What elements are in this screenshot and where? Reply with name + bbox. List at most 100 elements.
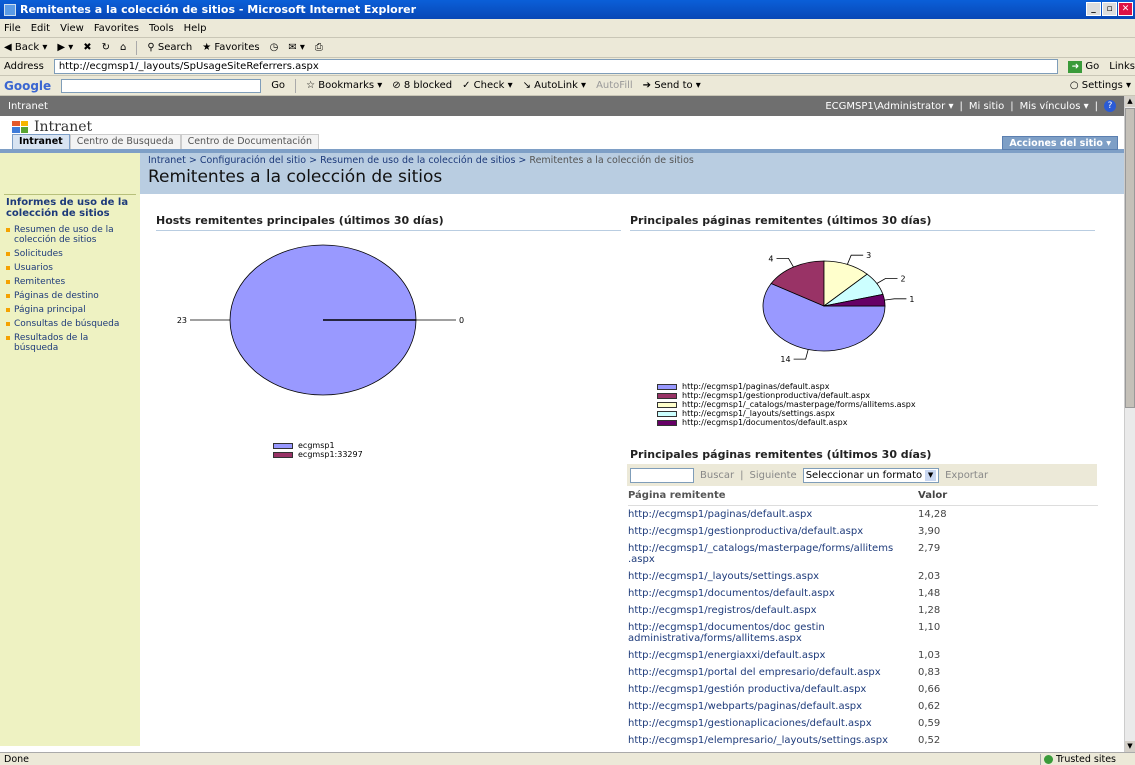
referrer-link[interactable]: http://ecgmsp1/gestión productiva/defaul…: [628, 684, 918, 695]
scroll-down-icon[interactable]: ▼: [1125, 741, 1135, 752]
referrer-link[interactable]: http://ecgmsp1/documentos/doc gestin adm…: [628, 622, 918, 644]
help-icon[interactable]: ?: [1104, 100, 1116, 112]
links-button[interactable]: Links: [1109, 61, 1135, 72]
menu-file[interactable]: File: [4, 23, 21, 34]
home-icon[interactable]: ⌂: [120, 42, 126, 53]
menu-bar: File Edit View Favorites Tools Help: [0, 19, 1135, 38]
referrer-link[interactable]: http://ecgmsp1/registros/default.aspx: [628, 605, 918, 616]
popup-blocker-button[interactable]: ⊘ 8 blocked: [392, 80, 452, 91]
breadcrumb: Intranet > Configuración del sitio > Res…: [148, 155, 694, 166]
toolbar-separator: [136, 40, 138, 55]
site-title[interactable]: Intranet: [34, 119, 92, 135]
vertical-scrollbar[interactable]: ▲ ▼: [1124, 96, 1135, 752]
menu-help[interactable]: Help: [184, 23, 207, 34]
refresh-icon[interactable]: ↻: [102, 42, 110, 53]
minimize-button[interactable]: _: [1086, 2, 1101, 16]
export-button[interactable]: Exportar: [945, 470, 988, 481]
table-next-button[interactable]: Siguiente: [750, 470, 797, 481]
my-site-link[interactable]: Mi sitio: [969, 101, 1004, 112]
referrer-link[interactable]: http://ecgmsp1/paginas/default.aspx: [628, 509, 918, 520]
table-body: http://ecgmsp1/paginas/default.aspx 14,28…: [628, 506, 1098, 746]
menu-favorites[interactable]: Favorites: [94, 23, 139, 34]
search-button[interactable]: ⚲ Search: [147, 42, 192, 53]
tab-centro-documentacion[interactable]: Centro de Documentación: [180, 134, 319, 149]
my-links-menu[interactable]: Mis vínculos ▾: [1020, 101, 1089, 112]
close-button[interactable]: ✕: [1118, 2, 1133, 16]
referrer-link[interactable]: http://ecgmsp1/webparts/paginas/default.…: [628, 701, 918, 712]
referrer-value: 1,28: [918, 605, 941, 616]
legend-label: http://ecgmsp1/gestionproductiva/default…: [682, 391, 871, 400]
referrer-link[interactable]: http://ecgmsp1/gestionproductiva/default…: [628, 526, 918, 537]
legend-swatch: [657, 392, 677, 399]
breadcrumb-item[interactable]: Resumen de uso de la colección de sitios: [320, 155, 515, 166]
address-input[interactable]: http://ecgmsp1/_layouts/SpUsageSiteRefer…: [53, 59, 1059, 74]
nav-item-usuarios[interactable]: Usuarios: [6, 261, 134, 275]
nav-item-resumen[interactable]: Resumen de uso de la colección de sitios: [6, 223, 134, 247]
table-search-input[interactable]: [630, 467, 694, 483]
site-actions-menu[interactable]: Acciones del sitio ▾: [1002, 136, 1118, 150]
referrer-value: 14,28: [918, 509, 947, 520]
referrer-link[interactable]: http://ecgmsp1/_layouts/settings.aspx: [628, 571, 918, 582]
nav-item-consultas[interactable]: Consultas de búsqueda: [6, 317, 134, 331]
referrer-link[interactable]: http://ecgmsp1/documentos/default.aspx: [628, 588, 918, 599]
table-search-button[interactable]: Buscar: [700, 470, 734, 481]
my-links-label: Mis vínculos: [1019, 100, 1081, 112]
breadcrumb-item[interactable]: Intranet: [148, 155, 186, 166]
format-select[interactable]: Seleccionar un formato ▼: [802, 467, 940, 483]
back-button[interactable]: ◀ Back ▾: [4, 42, 47, 53]
stop-icon[interactable]: ✖: [83, 42, 91, 53]
google-go-button[interactable]: Go: [271, 80, 285, 91]
check-icon: [1044, 754, 1053, 764]
status-bar: Done Trusted sites: [0, 752, 1135, 765]
breadcrumb-item[interactable]: Configuración del sitio: [200, 155, 306, 166]
nav-item-remitentes[interactable]: Remitentes: [6, 275, 134, 289]
scroll-thumb[interactable]: [1125, 108, 1135, 408]
sendto-button[interactable]: ➔ Send to ▾: [643, 80, 701, 91]
quick-launch-heading[interactable]: Informes de uso de la colección de sitio…: [4, 194, 136, 221]
sendto-label: Send to: [654, 80, 693, 91]
column-header[interactable]: Página remitente: [628, 490, 918, 501]
nav-item-paginas-destino[interactable]: Páginas de destino: [6, 289, 134, 303]
maximize-button[interactable]: ▫: [1102, 2, 1117, 16]
nav-item-resultados[interactable]: Resultados de la búsqueda: [6, 331, 134, 355]
security-zone: Trusted sites: [1040, 753, 1135, 765]
referrer-link[interactable]: http://ecgmsp1/elempresario/_layouts/set…: [628, 735, 918, 746]
column-header[interactable]: Valor: [918, 490, 978, 501]
separator: |: [1010, 100, 1014, 112]
menu-view[interactable]: View: [60, 23, 84, 34]
tab-intranet[interactable]: Intranet: [12, 134, 70, 149]
menu-tools[interactable]: Tools: [149, 23, 174, 34]
referrers-table: Página remitente Valor http://ecgmsp1/pa…: [628, 490, 1098, 746]
referrer-link[interactable]: http://ecgmsp1/portal del empresario/def…: [628, 667, 918, 678]
bookmarks-button[interactable]: ☆ Bookmarks ▾: [306, 80, 382, 91]
referrer-link[interactable]: http://ecgmsp1/gestionaplicaciones/defau…: [628, 718, 918, 729]
google-logo[interactable]: Google: [4, 79, 51, 93]
spellcheck-button[interactable]: ✓ Check ▾: [462, 80, 513, 91]
forward-button[interactable]: ▶ ▾: [57, 42, 73, 53]
autofill-button[interactable]: AutoFill: [596, 80, 633, 91]
mail-icon[interactable]: ✉ ▾: [288, 42, 305, 53]
history-icon[interactable]: ◷: [270, 42, 279, 53]
sp-global-bar: Intranet ECGMSP1\Administrator ▾ | Mi si…: [0, 96, 1124, 116]
quick-launch-spacer: [0, 153, 140, 194]
pie-leader-line: [884, 298, 907, 301]
go-button[interactable]: ➜ Go: [1068, 60, 1099, 73]
print-icon[interactable]: ⎙: [315, 42, 323, 53]
referrer-link[interactable]: http://ecgmsp1/_catalogs/masterpage/form…: [628, 543, 918, 565]
tab-centro-busqueda[interactable]: Centro de Busqueda: [69, 134, 181, 149]
referrer-value: 0,59: [918, 718, 941, 729]
settings-button[interactable]: ○ Settings ▾: [1070, 80, 1131, 91]
site-label[interactable]: Intranet: [8, 101, 48, 112]
favorites-button[interactable]: ★ Favorites: [202, 42, 259, 53]
nav-item-solicitudes[interactable]: Solicitudes: [6, 247, 134, 261]
table-row: http://ecgmsp1/documentos/doc gestin adm…: [628, 619, 1098, 647]
referrer-link[interactable]: http://ecgmsp1/energiaxxi/default.aspx: [628, 650, 918, 661]
nav-item-pagina-principal[interactable]: Página principal: [6, 303, 134, 317]
user-menu[interactable]: ECGMSP1\Administrator ▾: [825, 101, 953, 112]
settings-label: Settings: [1081, 80, 1123, 91]
site-logo-icon: [12, 120, 28, 133]
autolink-button[interactable]: ↘ AutoLink ▾: [523, 80, 586, 91]
menu-edit[interactable]: Edit: [31, 23, 50, 34]
scroll-up-icon[interactable]: ▲: [1125, 96, 1135, 107]
google-search-input[interactable]: [61, 78, 262, 93]
